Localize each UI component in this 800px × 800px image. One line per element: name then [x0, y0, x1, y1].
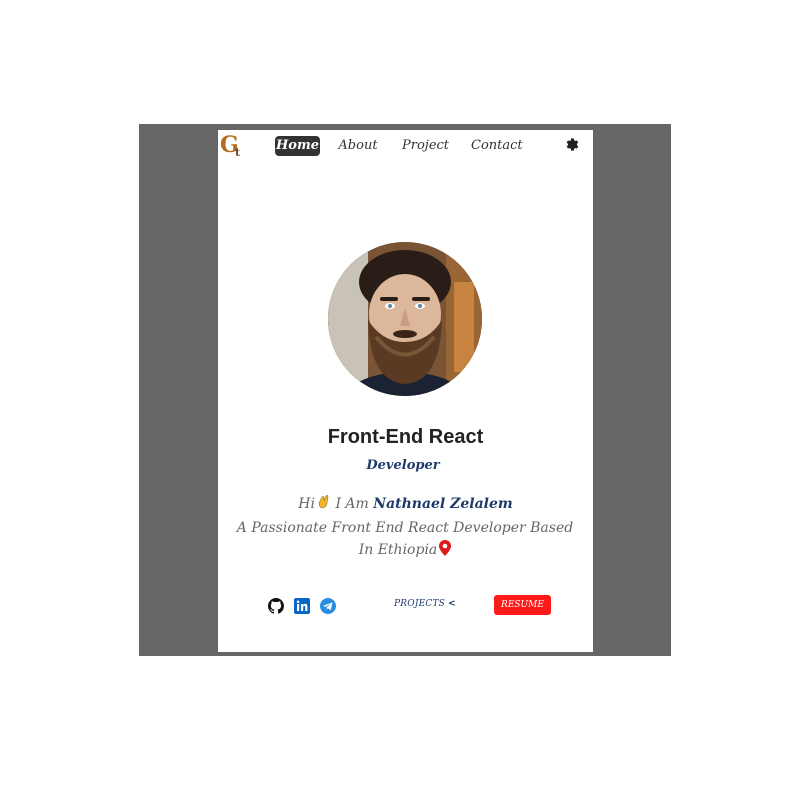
top-nav: Home About Project Contact: [218, 134, 593, 158]
mobile-screen: G t Home About Project Contact Front-End…: [218, 130, 593, 652]
gear-icon[interactable]: [563, 135, 579, 151]
description-text: A Passionate Front End React Developer B…: [236, 520, 574, 558]
greeting-text: Hi: [298, 496, 315, 512]
profile-photo: [328, 242, 482, 396]
profile-avatar: [328, 242, 482, 396]
hero-title: Front-End React: [327, 426, 484, 448]
projects-label: PROJECTS: [394, 599, 446, 609]
projects-link[interactable]: PROJECTS <: [394, 599, 456, 609]
nav-about[interactable]: About: [338, 136, 378, 156]
owner-name: Nathnael Zelalem: [373, 496, 513, 512]
resume-button[interactable]: RESUME: [494, 595, 551, 615]
intro-line: Hi I Am Nathnael Zelalem: [218, 494, 593, 512]
projects-arrow-icon: <: [448, 599, 456, 609]
location-pin-icon: [439, 540, 452, 556]
nav-home[interactable]: Home: [275, 136, 320, 156]
waving-hand-icon: [318, 495, 329, 509]
linkedin-icon[interactable]: [294, 598, 310, 614]
nav-project[interactable]: Project: [402, 136, 449, 156]
hero-description: A Passionate Front End React Developer B…: [230, 517, 580, 561]
i-am-text: I Am: [335, 496, 369, 512]
nav-contact[interactable]: Contact: [471, 136, 523, 156]
github-icon[interactable]: [268, 598, 284, 614]
hero-role: Developer: [366, 458, 440, 473]
telegram-icon[interactable]: [320, 598, 336, 614]
